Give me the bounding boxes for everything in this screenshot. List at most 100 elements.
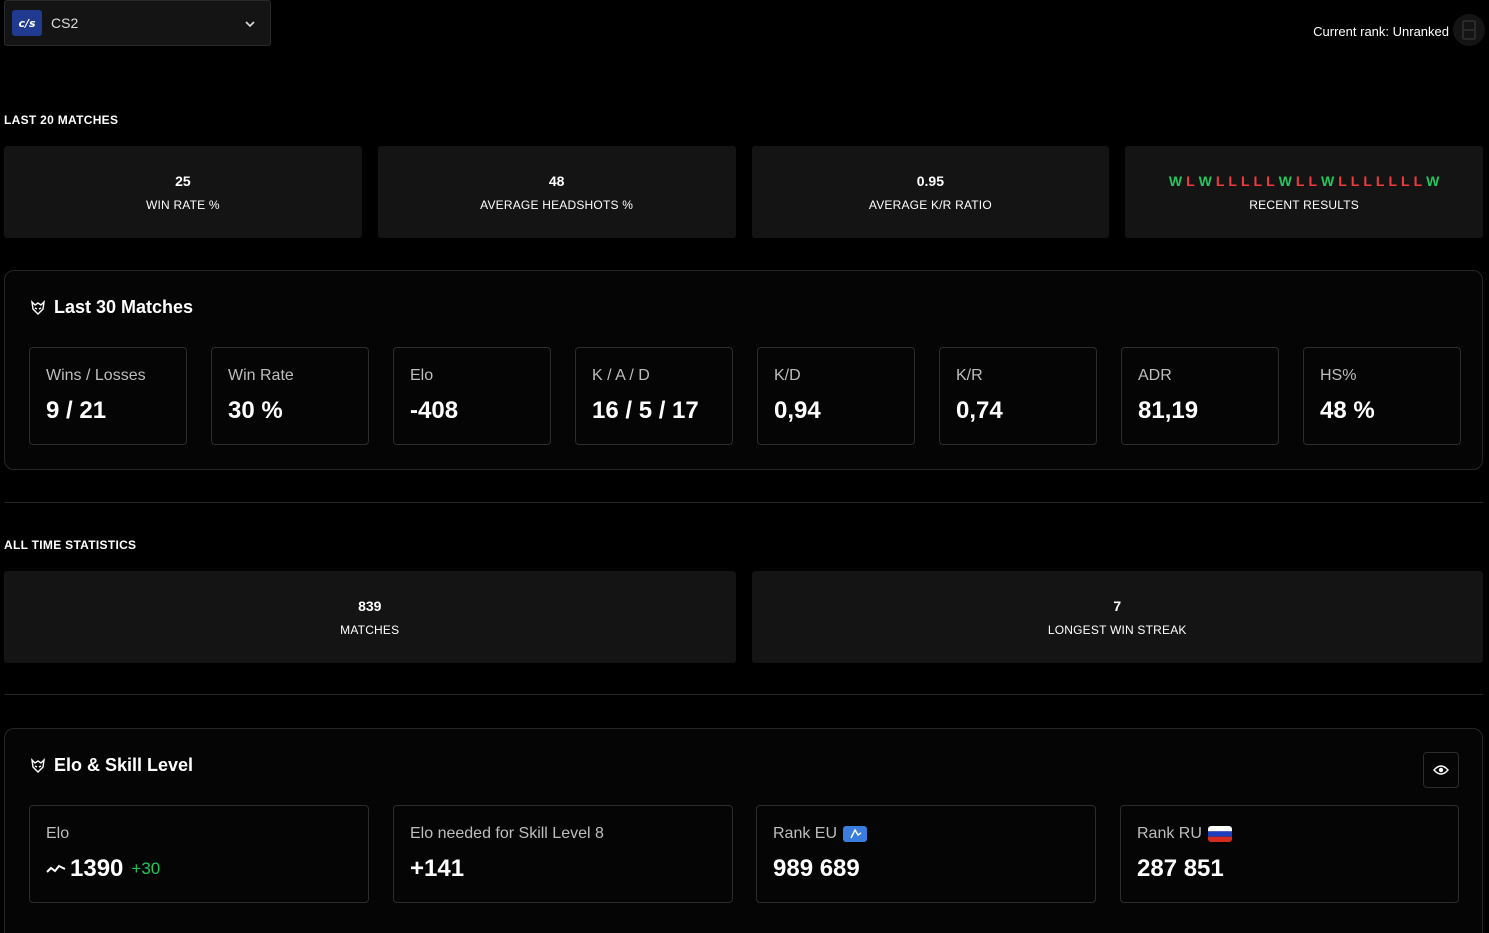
rank-eu-label: Rank EU — [773, 825, 838, 842]
card-value: 287 851 — [1137, 855, 1224, 882]
card-value: 81,19 — [1138, 397, 1199, 424]
result-loss: L — [1215, 172, 1225, 189]
result-win: W — [1278, 172, 1292, 189]
last30-panel: Last 30 Matches Wins / Losses 9 / 21 Win R… — [4, 270, 1483, 470]
result-loss: L — [1350, 172, 1360, 189]
elo-needed-card: Elo needed for Skill Level 8 +141 — [393, 805, 733, 903]
last30-stat-card: K/R 0,74 — [939, 347, 1097, 445]
card-value: 9 / 21 — [46, 397, 107, 424]
stat-label: AVERAGE K/R RATIO — [868, 197, 992, 212]
last20-section-title: LAST 20 MATCHES — [4, 113, 119, 127]
panel-title-text: Last 30 Matches — [54, 297, 194, 317]
result-loss: L — [1266, 172, 1275, 189]
result-loss: L — [1401, 172, 1410, 189]
result-loss: L — [1375, 172, 1385, 189]
card-label: Wins / Losses — [46, 367, 146, 384]
card-value: -408 — [410, 397, 459, 424]
result-loss: L — [1388, 172, 1398, 189]
last30-stat-card: HS% 48 % — [1303, 347, 1461, 445]
result-win: W — [1426, 172, 1440, 189]
result-win: W — [1198, 172, 1212, 189]
card-label: Elo needed for Skill Level 8 — [410, 825, 604, 842]
card-label: Rank EU — [773, 825, 868, 843]
card-label: Win Rate — [228, 367, 294, 384]
card-label: K / A / D — [592, 367, 650, 384]
win-streak-stat: 7 LONGEST WIN STREAK — [751, 571, 1483, 663]
elo-delta: +30 — [131, 859, 161, 878]
last30-stat-card: K/D 0,94 — [757, 347, 915, 445]
recent-results-list: WLWLLLLLWLLWLLLLLLLW — [1169, 173, 1440, 189]
cs-logo-icon: c/s — [12, 10, 42, 36]
card-value: 1390 +30 — [46, 855, 160, 883]
last30-stat-card: Win Rate 30 % — [211, 347, 369, 445]
card-value: 989 689 — [773, 855, 860, 882]
current-rank-label: Current rank: Unranked — [1313, 24, 1449, 39]
game-selector[interactable]: c/s CS2 — [4, 0, 271, 46]
elo-skill-title: Elo & Skill Level — [30, 755, 193, 776]
matches-stat: 839 MATCHES — [4, 571, 736, 663]
card-value: 48 % — [1320, 397, 1375, 424]
card-value: +141 — [410, 855, 465, 882]
card-value: 0,94 — [774, 397, 821, 424]
elo-skill-panel: Elo & Skill Level Elo 1390 +30 Elo neede… — [4, 728, 1483, 933]
rank-ru-label: Rank RU — [1137, 825, 1202, 842]
card-label: K/R — [956, 367, 983, 384]
result-loss: L — [1253, 172, 1263, 189]
alltime-stats-row: 839 MATCHES 7 LONGEST WIN STREAK — [4, 571, 1483, 663]
chevron-down-icon — [245, 21, 255, 28]
result-loss: L — [1228, 172, 1237, 189]
stat-label: RECENT RESULTS — [1249, 197, 1359, 212]
card-value: 30 % — [228, 397, 283, 424]
stat-label: WIN RATE % — [145, 197, 220, 212]
stat-value: 25 — [175, 172, 191, 189]
trend-icon — [46, 864, 66, 873]
toggle-visibility-button[interactable] — [1423, 752, 1459, 788]
rank-ru-card: Rank RU 287 851 — [1120, 805, 1459, 903]
recent-results-stat: WLWLLLLLWLLWLLLLLLLW RECENT RESULTS — [1125, 146, 1483, 238]
result-loss: L — [1186, 172, 1195, 189]
result-loss: L — [1338, 172, 1347, 189]
faceit-wolf-icon — [31, 299, 45, 315]
ru-flag-icon — [1207, 826, 1232, 842]
result-loss: L — [1363, 172, 1372, 189]
stat-value: 7 — [1113, 597, 1122, 614]
stat-label: AVERAGE HEADSHOTS % — [480, 197, 634, 212]
stat-value: 0.95 — [916, 172, 944, 189]
result-loss: L — [1308, 172, 1318, 189]
card-value: 16 / 5 / 17 — [592, 397, 699, 424]
alltime-section-title: ALL TIME STATISTICS — [4, 538, 137, 552]
card-label: ADR — [1138, 367, 1172, 384]
divider — [4, 502, 1483, 503]
last30-stat-card: ADR 81,19 — [1121, 347, 1279, 445]
eye-icon — [1433, 765, 1449, 775]
panel-title-text: Elo & Skill Level — [54, 755, 194, 775]
faceit-wolf-icon — [31, 757, 45, 773]
last30-stat-card: Wins / Losses 9 / 21 — [29, 347, 187, 445]
stat-value: 48 — [548, 172, 565, 189]
result-loss: L — [1240, 172, 1250, 189]
stat-value: 839 — [358, 597, 382, 614]
stat-label: MATCHES — [340, 622, 400, 637]
kr-ratio-stat: 0.95 AVERAGE K/R RATIO — [751, 146, 1110, 238]
win-rate-stat: 25 WIN RATE % — [4, 146, 362, 238]
last30-stat-card: Elo -408 — [393, 347, 551, 445]
result-win: W — [1168, 172, 1183, 189]
card-label: Rank RU — [1137, 825, 1232, 843]
card-label: HS% — [1320, 367, 1357, 384]
result-win: W — [1321, 172, 1335, 189]
divider — [4, 694, 1483, 695]
game-name: CS2 — [51, 15, 79, 31]
card-label: Elo — [410, 367, 434, 384]
stat-label: LONGEST WIN STREAK — [1047, 622, 1187, 637]
card-label: Elo — [46, 825, 70, 842]
eu-flag-icon — [843, 826, 868, 842]
card-value: 0,74 — [956, 397, 1003, 424]
rank-badge-icon — [1453, 14, 1485, 46]
last20-stats-row: 25 WIN RATE % 48 AVERAGE HEADSHOTS % 0.9… — [4, 146, 1483, 238]
rank-eu-card: Rank EU 989 689 — [756, 805, 1096, 903]
result-loss: L — [1413, 172, 1423, 189]
result-loss: L — [1295, 172, 1305, 189]
last30-title: Last 30 Matches — [30, 297, 193, 318]
headshots-stat: 48 AVERAGE HEADSHOTS % — [377, 146, 736, 238]
elo-value: 1390 — [70, 855, 124, 882]
